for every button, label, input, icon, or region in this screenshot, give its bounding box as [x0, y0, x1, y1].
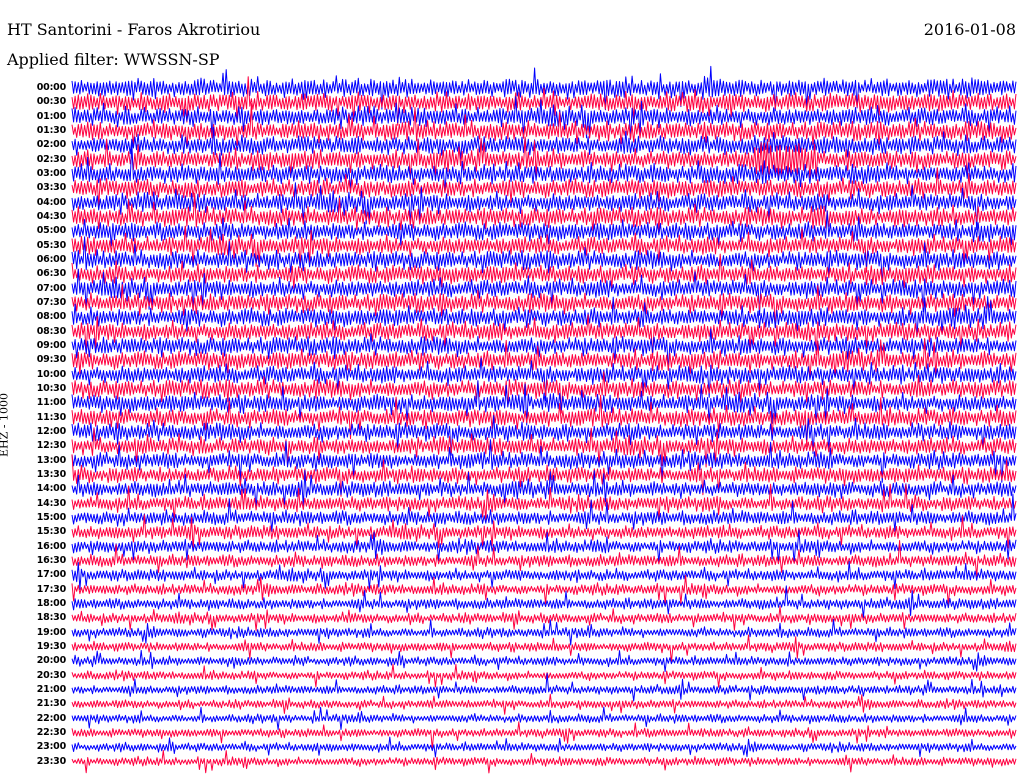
trace-row-1700	[71, 561, 1017, 590]
trace-row-0730	[71, 284, 1017, 328]
trace-row-2200	[71, 706, 1017, 731]
trace-row-0830	[71, 314, 1017, 359]
trace-row-2330	[71, 749, 1017, 774]
trace-row-0400	[71, 182, 1017, 231]
trace-row-1730	[71, 574, 1017, 605]
trace-row-1400	[71, 469, 1017, 510]
trace-row-1130	[71, 394, 1017, 447]
trace-row-1900	[71, 619, 1017, 646]
trace-row-0530	[71, 225, 1017, 273]
helicorder-plot	[71, 65, 1017, 774]
trace-row-2030	[71, 663, 1017, 688]
trace-row-1230	[71, 427, 1017, 468]
trace-row-2130	[71, 693, 1017, 715]
trace-row-2000	[71, 649, 1017, 673]
trace-row-0900	[71, 328, 1017, 371]
helicorder-page: HT Santorini - Faros Akrotiriou 2016-01-…	[0, 0, 1024, 780]
trace-row-2300	[71, 736, 1017, 758]
trace-row-2100	[71, 673, 1017, 702]
trace-row-1200	[71, 415, 1017, 456]
trace-row-0700	[71, 268, 1017, 316]
